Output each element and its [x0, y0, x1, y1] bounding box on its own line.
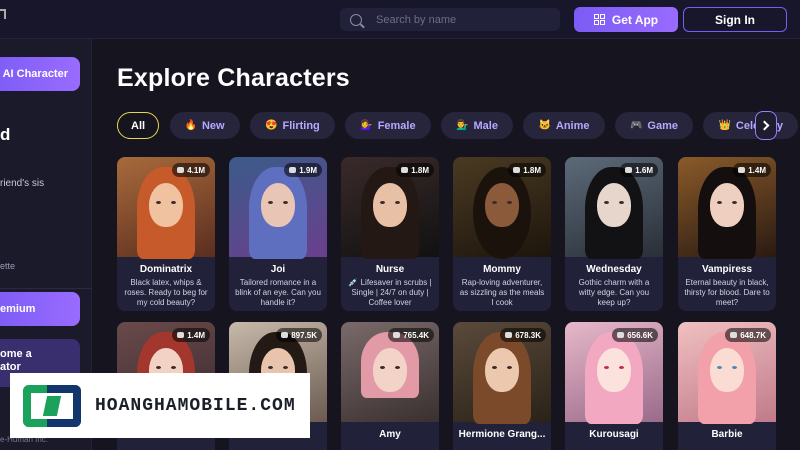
top-bar: Get App Sign In [0, 0, 800, 39]
chat-bubble-icon [289, 167, 297, 173]
chip-female[interactable]: 💁‍♀️ Female [345, 112, 431, 139]
chat-bubble-icon [730, 332, 738, 338]
crown-icon: 👑 [718, 120, 731, 131]
sign-in-label: Sign In [715, 12, 755, 27]
qr-code-icon [593, 14, 605, 25]
character-card[interactable]: 1.4M Vampiress Eternal beauty in black, … [678, 157, 776, 311]
chip-all[interactable]: All [117, 112, 160, 139]
sidebar-item-text[interactable]: ette [0, 261, 15, 271]
chat-bubble-icon [177, 167, 185, 173]
character-portrait: 656.6K [565, 322, 663, 424]
cat-icon: 🐱 [538, 120, 551, 131]
character-portrait: 1.6M [565, 157, 663, 259]
chat-bubble-icon [401, 167, 409, 173]
chip-celebrity[interactable]: 👑Celebrity [703, 112, 798, 139]
character-card[interactable]: 1.9M Joi Tailored romance in a blink of … [229, 157, 327, 311]
chat-bubble-icon [393, 332, 401, 338]
character-portrait: 1.8M [453, 157, 551, 259]
chat-count-badge: 897.5K [276, 328, 322, 342]
get-app-button[interactable]: Get App [574, 7, 678, 32]
character-name: Barbie [711, 429, 743, 440]
chat-bubble-icon [617, 332, 625, 338]
character-card[interactable]: 765.4K Amy [341, 322, 439, 450]
recent-chat-snippet[interactable]: riend's sis [0, 178, 44, 189]
chip-male[interactable]: 💁‍♂️ Male [441, 112, 513, 139]
character-portrait: 1.4M [678, 157, 776, 259]
character-description: Tailored romance in a blink of an eye. C… [235, 278, 321, 307]
man-icon: 💁‍♂️ [456, 120, 469, 131]
woman-icon: 💁‍♀️ [360, 120, 373, 131]
character-card[interactable]: 1.8M Nurse 💉 Lifesaver in scrubs | Singl… [341, 157, 439, 311]
character-description: Black latex, whips & roses. Ready to beg… [124, 278, 208, 307]
category-chips: All 🔥 New 😍 Flirting 💁‍♀️ Female 💁‍♂️ Male 🐱… [117, 112, 800, 139]
watermark-text: HOANGHAMOBILE.COM [95, 395, 296, 416]
chat-count-badge: 1.6M [620, 163, 658, 177]
recent-chat-title: d [0, 125, 11, 144]
sidebar-divider [0, 288, 92, 289]
chat-count-badge: 1.8M [508, 163, 546, 177]
chevron-right-icon [759, 120, 770, 131]
chip-game[interactable]: 🎮 Game [614, 112, 693, 139]
character-name: Dominatrix [139, 264, 193, 275]
character-name: Amy [379, 429, 401, 440]
categories-next-button[interactable] [755, 111, 777, 140]
character-name: Wednesday [586, 264, 642, 275]
character-name: Nurse [375, 264, 405, 275]
chat-count-badge: 1.4M [172, 328, 210, 342]
character-card[interactable]: 678.3K Hermione Grang... [453, 322, 551, 450]
character-name: Joi [270, 264, 286, 275]
character-portrait: 765.4K [341, 322, 439, 422]
page-title: Explore Characters [117, 64, 350, 92]
character-name: Kurousagi [589, 429, 639, 440]
character-description: 💉 Lifesaver in scrubs | Single | 24/7 on… [348, 278, 432, 307]
create-ai-character-button[interactable]: e AI Character [0, 57, 80, 91]
chat-count-badge: 656.6K [612, 328, 658, 342]
search-input[interactable] [376, 13, 546, 26]
chat-bubble-icon [505, 332, 513, 338]
get-app-label: Get App [611, 12, 659, 27]
chat-count-badge: 4.1M [172, 163, 210, 177]
search-icon [350, 13, 362, 26]
chip-new[interactable]: 🔥 New [169, 112, 240, 139]
character-description: Eternal beauty in black, thirsty for blo… [684, 278, 770, 307]
character-portrait: 1.8M [341, 157, 439, 259]
character-card[interactable]: 1.6M Wednesday Gothic charm with a witty… [565, 157, 663, 311]
search-box[interactable] [340, 8, 560, 31]
chat-bubble-icon [513, 167, 521, 173]
logo-icon[interactable] [0, 9, 6, 19]
chat-count-badge: 765.4K [388, 328, 434, 342]
chat-count-badge: 1.4M [733, 163, 771, 177]
chip-anime[interactable]: 🐱 Anime [523, 112, 605, 139]
chat-bubble-icon [281, 332, 289, 338]
character-card[interactable]: 1.8M Mommy Rap-loving adventurer, as siz… [453, 157, 551, 311]
sign-in-button[interactable]: Sign In [683, 7, 787, 32]
chip-flirting[interactable]: 😍 Flirting [250, 112, 335, 139]
character-name: Hermione Grang... [458, 429, 546, 440]
character-card[interactable]: 656.6K Kurousagi [565, 322, 663, 450]
hoangha-logo-icon [23, 384, 81, 427]
character-card[interactable]: 4.1M Dominatrix Black latex, whips & ros… [117, 157, 215, 311]
character-portrait: 4.1M [117, 157, 215, 259]
chat-bubble-icon [177, 332, 185, 338]
gamepad-icon: 🎮 [629, 120, 643, 131]
chat-count-badge: 1.9M [284, 163, 322, 177]
fire-icon: 🔥 [184, 120, 197, 131]
chat-bubble-icon [738, 167, 746, 173]
character-card[interactable]: 648.7K Barbie [678, 322, 776, 450]
heart-eyes-icon: 😍 [265, 120, 278, 131]
chat-count-badge: 678.3K [500, 328, 546, 342]
chat-bubble-icon [625, 167, 633, 173]
character-description: Rap-loving adventurer, as sizzling as th… [459, 278, 545, 307]
character-name: Mommy [483, 264, 521, 275]
character-portrait: 1.9M [229, 157, 327, 259]
character-portrait: 648.7K [678, 322, 776, 424]
character-portrait: 678.3K [453, 322, 551, 424]
chat-count-badge: 648.7K [725, 328, 771, 342]
chat-count-badge: 1.8M [396, 163, 434, 177]
character-name: Vampiress [701, 264, 753, 275]
watermark-banner: HOANGHAMOBILE.COM [10, 373, 310, 438]
character-description: Gothic charm with a witty edge. Can you … [578, 278, 650, 307]
premium-button[interactable]: emium [0, 292, 80, 326]
